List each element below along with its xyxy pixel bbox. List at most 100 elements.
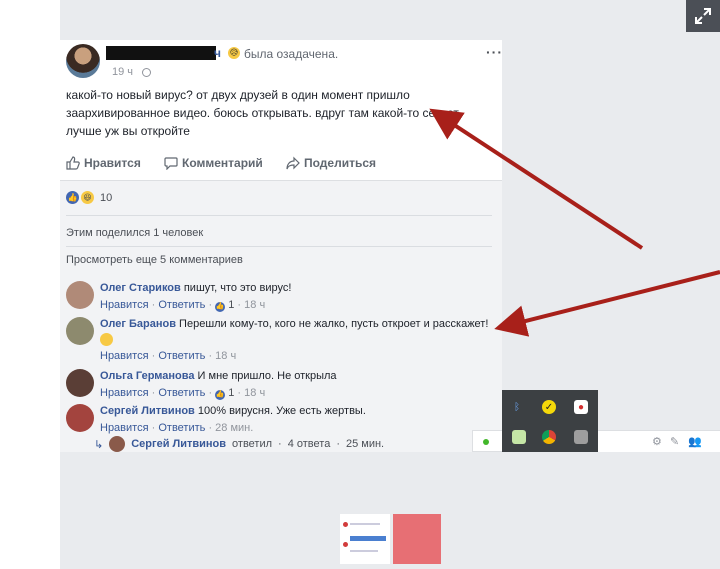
chat-status[interactable] — [472, 430, 502, 452]
share-label: Поделиться — [304, 156, 377, 170]
view-more-comments-link[interactable]: Просмотреть еще 5 комментариев — [66, 254, 243, 266]
expand-button[interactable] — [686, 0, 720, 32]
separator: · — [208, 387, 213, 399]
page-background-bottom — [60, 452, 720, 569]
view-replies-link[interactable]: ↳ Сергей Литвинов ответил · 4 ответа · 2… — [94, 436, 384, 452]
thumbs-up-icon: 👍 — [215, 390, 226, 400]
comment-time[interactable]: 18 ч — [244, 387, 265, 399]
comment-meta: Нравится · Ответить · 18 ч — [100, 349, 492, 364]
comment-reply-link[interactable]: Ответить — [158, 422, 205, 434]
post-card: ч 😥 была озадачена. 19 ч ··· какой-то но… — [60, 40, 502, 452]
comment-reply-link[interactable]: Ответить — [158, 350, 205, 362]
reply-count: 4 ответа — [287, 438, 331, 450]
share-button[interactable]: Поделиться — [286, 156, 376, 170]
comment-text: Перешли кому-то, кого не жалко, пусть от… — [176, 318, 489, 330]
post-header: ч 😥 была озадачена. 19 ч ··· — [66, 44, 502, 84]
reply-action: ответил — [232, 438, 273, 450]
norton-icon[interactable]: ✓ — [542, 400, 556, 414]
commenter-avatar[interactable] — [66, 404, 94, 432]
more-options-button[interactable]: ··· — [486, 44, 502, 60]
separator: · — [151, 350, 156, 362]
haha-reaction-icon: 😆 — [81, 191, 94, 204]
antivirus-icon[interactable]: ● — [574, 400, 588, 414]
separator: · — [336, 438, 340, 450]
commenter-name[interactable]: Ольга Германова — [100, 370, 195, 382]
comment-likes: 1 — [228, 387, 235, 399]
comment-time[interactable]: 18 ч — [244, 299, 265, 311]
commenter-name[interactable]: Олег Стариков — [100, 282, 181, 294]
gear-icon[interactable]: ⚙ — [652, 435, 662, 448]
separator: · — [151, 299, 156, 311]
system-tray-popup: ᛒ ✓ ● — [502, 390, 598, 452]
author-name-redacted — [106, 46, 216, 60]
comment-reply-link[interactable]: Ответить — [158, 299, 205, 311]
comment-likes: 1 — [228, 299, 235, 311]
like-label: Нравится — [84, 156, 141, 170]
comment-text: пишут, что это вирус! — [180, 282, 292, 294]
chrome-icon[interactable] — [542, 430, 556, 444]
page-background-top — [60, 0, 720, 40]
notes-icon[interactable] — [512, 430, 526, 444]
separator: · — [208, 422, 213, 434]
post-actions: Нравится Комментарий Поделиться — [66, 156, 496, 174]
post-time[interactable]: 19 ч — [112, 66, 133, 78]
commenter-avatar[interactable] — [66, 369, 94, 397]
thumbnail-preview — [393, 514, 441, 564]
post-text: какой-то новый вирус? от двух друзей в о… — [66, 88, 461, 138]
globe-icon — [142, 68, 151, 77]
comment-meta: Нравится · Ответить · 28 мин. — [100, 421, 492, 436]
comment-like-link[interactable]: Нравится — [100, 387, 149, 399]
speaker-icon[interactable] — [574, 430, 588, 444]
comment-text: И мне пришло. Не открыла — [194, 370, 337, 382]
reactions-count: 10 — [100, 191, 113, 204]
separator: · — [208, 350, 213, 362]
commenter-avatar[interactable] — [66, 317, 94, 345]
comment-label: Комментарий — [182, 156, 263, 170]
online-status-dot — [483, 439, 489, 445]
people-icon[interactable]: 👥 — [688, 435, 702, 448]
comments-section: 👍 😆 10 Этим поделился 1 человек Просмотр… — [60, 180, 502, 452]
reply-arrow-icon: ↳ — [94, 438, 104, 451]
thumbs-up-icon — [66, 156, 80, 170]
bluetooth-icon[interactable]: ᛒ — [510, 400, 524, 414]
author-name-suffix[interactable]: ч — [214, 46, 221, 60]
share-icon — [286, 156, 300, 170]
feeling-emoji-icon: 😥 — [228, 47, 240, 59]
comment-meta: Нравится · Ответить · 👍 1 · 18 ч — [100, 298, 492, 313]
commenter-name[interactable]: Олег Баранов — [100, 318, 176, 330]
comment-text: 100% вирусня. Уже есть жертвы. — [194, 405, 366, 417]
like-reaction-icon: 👍 — [66, 191, 79, 204]
separator: · — [151, 387, 156, 399]
smile-emoji-icon — [100, 332, 113, 346]
reply-avatar — [109, 436, 126, 452]
like-button[interactable]: Нравится — [66, 156, 141, 170]
commenter-name[interactable]: Сергей Литвинов — [100, 405, 195, 417]
separator: · — [151, 422, 156, 434]
thumbnail-preview — [340, 514, 390, 564]
comment-time[interactable]: 28 мин. — [215, 422, 253, 434]
thumbs-up-icon: 👍 — [215, 302, 226, 312]
divider — [66, 246, 492, 247]
reply-time: 25 мин. — [345, 438, 385, 450]
comment-like-link[interactable]: Нравится — [100, 299, 149, 311]
comment-reply-link[interactable]: Ответить — [158, 387, 205, 399]
divider — [66, 215, 492, 216]
feeling-text: была озадачена. — [244, 47, 339, 61]
reactions-summary[interactable]: 👍 😆 10 — [66, 191, 112, 204]
separator: · — [237, 299, 242, 311]
shared-count[interactable]: Этим поделился 1 человек — [66, 227, 203, 239]
expand-icon — [695, 8, 711, 24]
reply-author: Сергей Литвинов — [131, 438, 227, 450]
comment-like-link[interactable]: Нравится — [100, 350, 149, 362]
separator: · — [208, 299, 213, 311]
separator: · — [237, 387, 242, 399]
comment-meta: Нравится · Ответить · 👍 1 · 18 ч — [100, 386, 492, 401]
compose-icon[interactable]: ✎ — [670, 435, 679, 448]
comment-time[interactable]: 18 ч — [215, 350, 236, 362]
separator: · — [278, 438, 282, 450]
chat-bar: ⚙ ✎ 👥 — [598, 430, 720, 452]
commenter-avatar[interactable] — [66, 281, 94, 309]
comment-button[interactable]: Комментарий — [164, 156, 263, 170]
author-avatar[interactable] — [66, 44, 100, 78]
comment-like-link[interactable]: Нравится — [100, 422, 149, 434]
